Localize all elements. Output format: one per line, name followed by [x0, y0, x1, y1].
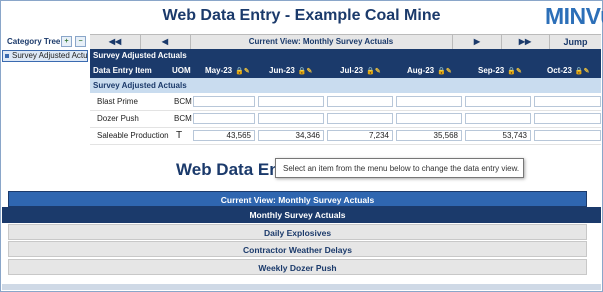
menu-current-view[interactable]: Current View: Monthly Survey Actuals	[8, 191, 587, 207]
value-input[interactable]	[193, 96, 255, 107]
value-input[interactable]	[534, 130, 601, 141]
grid-header-row: Data Entry Item UOM May-23 🔒✎ Jun-23 🔒✎ Ju…	[90, 63, 601, 78]
row-uom: BCM	[174, 114, 192, 123]
value-input[interactable]	[534, 96, 601, 107]
col-header-month: Sep-23 🔒✎	[478, 63, 522, 79]
menu-item-daily-explosives[interactable]: Daily Explosives	[8, 224, 587, 240]
section-title-text: Survey Adjusted Actuals	[93, 51, 187, 60]
col-header-month: Aug-23 🔒✎	[407, 63, 452, 79]
row-item-label: Saleable Production	[97, 131, 169, 140]
col-header-uom: UOM	[172, 66, 191, 75]
previous-period-button[interactable]: ◀	[140, 35, 191, 49]
lock-edit-icon[interactable]: 🔒✎	[575, 64, 590, 79]
category-item-label: Survey Adjusted Actuals	[12, 51, 88, 60]
next-period-button[interactable]: ▶	[452, 35, 502, 49]
lock-edit-icon[interactable]: 🔒✎	[366, 64, 381, 79]
row-item-label: Blast Prime	[97, 97, 138, 106]
table-row: Saleable Production T 43,565 34,346 7,23…	[90, 128, 601, 145]
view-tooltip: Select an item from the menu below to ch…	[275, 158, 524, 178]
row-uom: T	[176, 130, 183, 141]
page-title: Web Data Entry - Example Coal Mine	[162, 7, 441, 24]
col-header-item: Data Entry Item	[93, 66, 152, 75]
col-header-month: May-23 🔒✎	[205, 63, 250, 79]
value-input[interactable]	[258, 96, 324, 107]
value-input[interactable]	[327, 96, 393, 107]
menu-item-contractor-weather-delays[interactable]: Contractor Weather Delays	[8, 241, 587, 257]
current-view-label: Current View: Monthly Survey Actuals	[248, 37, 394, 46]
lock-edit-icon[interactable]: 🔒✎	[235, 64, 250, 79]
expand-all-icon[interactable]: +	[61, 36, 72, 47]
overlay-title: Web Data Ent	[176, 160, 286, 179]
value-input[interactable]	[327, 113, 393, 124]
last-period-button[interactable]: ▶▶	[501, 35, 550, 49]
category-item-survey-adjusted-actuals[interactable]: Survey Adjusted Actuals	[2, 50, 88, 62]
grid-subheader-row: Survey Adjusted Actuals	[90, 78, 601, 93]
value-input[interactable]	[396, 96, 462, 107]
subheader-text: Survey Adjusted Actuals	[93, 81, 187, 90]
value-input[interactable]	[193, 113, 255, 124]
value-input[interactable]: 35,568	[396, 130, 462, 141]
row-item-label: Dozer Push	[97, 114, 139, 123]
value-input[interactable]	[396, 113, 462, 124]
value-input[interactable]	[465, 113, 531, 124]
minvu-logo: MINVU	[545, 3, 603, 30]
tree-node-icon	[5, 54, 9, 58]
table-row: Dozer Push BCM	[90, 111, 601, 128]
value-input[interactable]	[534, 113, 601, 124]
grid-section-title: Survey Adjusted Actuals	[90, 49, 601, 63]
row-uom: BCM	[174, 97, 192, 106]
category-tree-label: Category Tree	[7, 37, 61, 46]
lock-edit-icon[interactable]: 🔒✎	[507, 64, 522, 79]
logo-main: MINV	[545, 3, 601, 29]
value-input[interactable]: 53,743	[465, 130, 531, 141]
menu-item-weekly-dozer-push[interactable]: Weekly Dozer Push	[8, 259, 587, 275]
lock-edit-icon[interactable]: 🔒✎	[437, 64, 452, 79]
category-tree-header: Category Tree + −	[2, 35, 88, 48]
col-header-month: Jun-23 🔒✎	[269, 63, 312, 79]
col-header-month: Oct-23 🔒✎	[547, 63, 590, 79]
horizontal-scrollbar[interactable]	[2, 284, 601, 290]
table-row: Blast Prime BCM	[90, 94, 601, 111]
period-navigation-bar: ◀◀ ◀ Current View: Monthly Survey Actual…	[90, 34, 601, 50]
value-input[interactable]	[465, 96, 531, 107]
lock-edit-icon[interactable]: 🔒✎	[298, 64, 313, 79]
first-period-button[interactable]: ◀◀	[90, 35, 141, 49]
collapse-all-icon[interactable]: −	[75, 36, 86, 47]
col-header-month: Jul-23 🔒✎	[340, 63, 381, 79]
value-input[interactable]	[258, 113, 324, 124]
menu-item-monthly-survey-actuals[interactable]: Monthly Survey Actuals	[8, 207, 587, 223]
jump-button[interactable]: Jump	[550, 35, 601, 49]
value-input[interactable]: 34,346	[258, 130, 324, 141]
value-input[interactable]: 7,234	[327, 130, 393, 141]
value-input[interactable]: 43,565	[193, 130, 255, 141]
